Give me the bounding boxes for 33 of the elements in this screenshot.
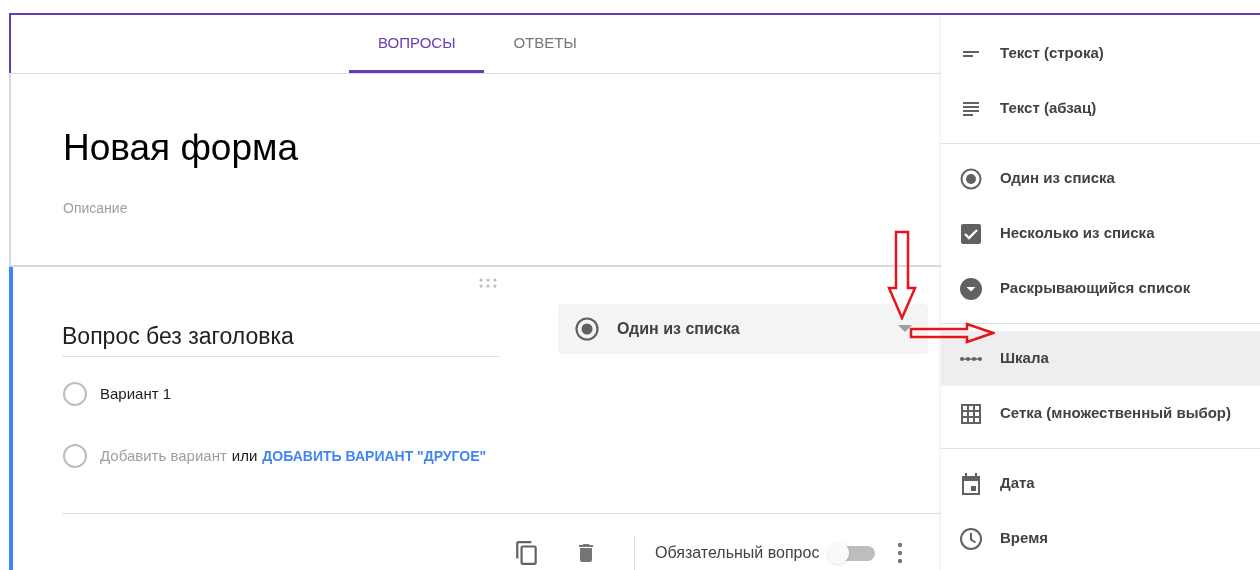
or-text: или: [231, 445, 258, 466]
question-type-dropdown[interactable]: Один из списка: [558, 304, 928, 354]
copy-icon[interactable]: [514, 539, 540, 567]
menu-item[interactable]: Несколько из списка: [941, 206, 1260, 261]
required-toggle[interactable]: [827, 542, 876, 564]
menu-item[interactable]: Один из списка: [941, 151, 1260, 206]
menu-item[interactable]: Дата: [941, 456, 1260, 511]
menu-item[interactable]: Время: [941, 511, 1260, 566]
option-text[interactable]: Вариант 1: [100, 382, 172, 406]
add-other-link[interactable]: ДОБАВИТЬ ВАРИАНТ "ДРУГОЕ": [262, 445, 487, 467]
question-title-field[interactable]: Вопрос без заголовка: [62, 319, 499, 357]
more-icon[interactable]: [897, 542, 904, 564]
scale-icon: [960, 356, 982, 361]
caret-icon: [898, 325, 912, 333]
question-type-label: Один из списка: [617, 319, 740, 339]
required-label: Обязательный вопрос: [655, 543, 820, 563]
form-title[interactable]: Новая форма: [63, 120, 299, 176]
menu-item[interactable]: Сетка (множественный выбор): [941, 386, 1260, 441]
calendar-icon: [959, 471, 983, 496]
dropdown-icon: [959, 276, 983, 301]
menu-item[interactable]: Шкала: [941, 331, 1260, 386]
menu-item[interactable]: Раскрывающийся список: [941, 261, 1260, 316]
menu-item[interactable]: Текст (строка): [941, 26, 1260, 81]
radio-icon: [574, 316, 600, 342]
radio-icon: [959, 166, 983, 191]
tab[interactable]: ВОПРОСЫ: [349, 15, 485, 73]
clock-icon: [959, 526, 983, 551]
grid-icon: [959, 401, 983, 426]
short-text-icon: [963, 50, 979, 57]
drag-handle-icon[interactable]: [478, 277, 498, 289]
checkbox-icon: [959, 221, 983, 246]
tab[interactable]: ОТВЕТЫ: [484, 15, 606, 73]
menu-item[interactable]: Текст (абзац): [941, 81, 1260, 136]
